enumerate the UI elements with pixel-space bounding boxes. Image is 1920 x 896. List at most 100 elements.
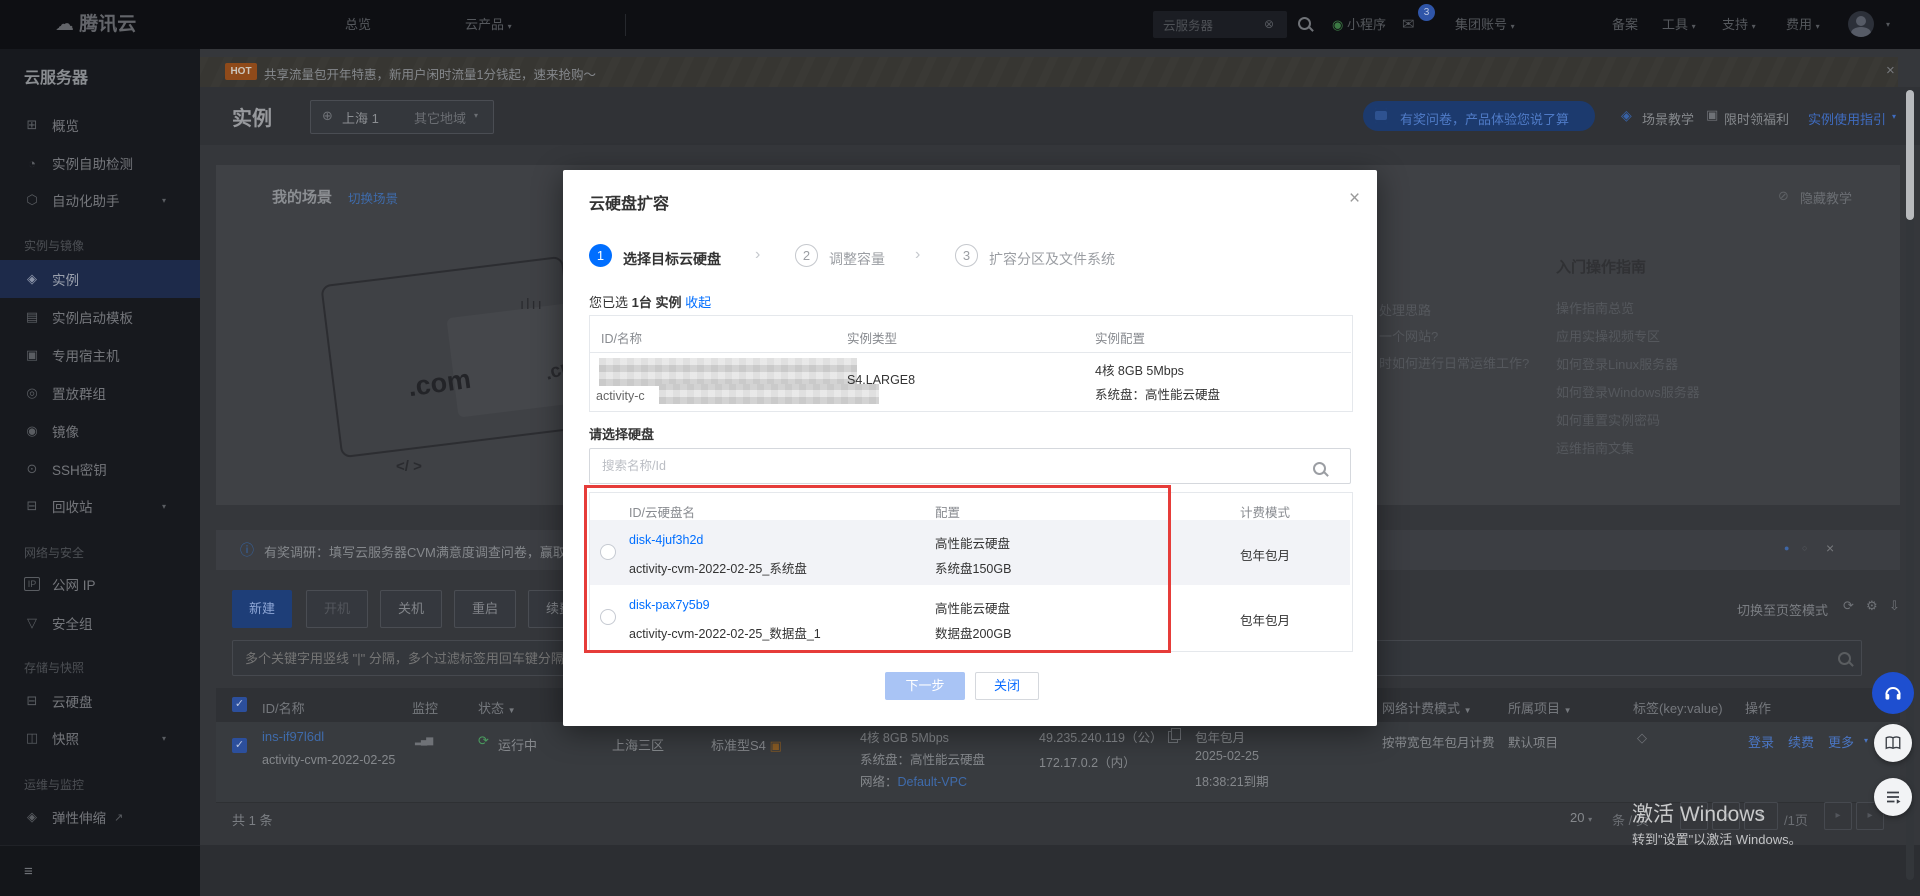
net-billing-cell: 按带宽包年包月计费 (1382, 732, 1495, 751)
nav-products[interactable]: 云产品 ▾ (465, 0, 512, 51)
faq-fragment-3[interactable]: 时如何进行日常运维工作? (1379, 353, 1529, 372)
sidebar-section-instances-images: 实例与镜像 (24, 236, 84, 256)
sidebar-item-dedicated-hosts[interactable]: ▣专用宿主机 (0, 336, 200, 374)
nav-beian[interactable]: 备案 (1612, 0, 1638, 49)
sidebar-item-launch-templates[interactable]: ▤实例启动模板 (0, 298, 200, 336)
region-selector[interactable] (310, 100, 494, 134)
docs-button[interactable] (1874, 724, 1912, 762)
mail-icon[interactable]: ✉ (1402, 15, 1415, 33)
nav-mini-program[interactable]: ◉ 小程序 (1332, 0, 1386, 49)
filter-funnel-icon[interactable]: ▼ (508, 706, 516, 715)
carousel-dot-active[interactable]: ● (1784, 543, 1789, 553)
feedback-button[interactable] (1874, 778, 1912, 816)
notice-close-icon[interactable]: × (1826, 540, 1834, 556)
sidebar-item-public-ip[interactable]: IP公网 IP (0, 565, 200, 603)
scene-switch-link[interactable]: 切换场景 (348, 188, 398, 207)
guide-link[interactable]: 如何登录Windows服务器 (1556, 382, 1700, 401)
disk-search-input[interactable] (590, 449, 1313, 483)
filter-funnel-icon[interactable]: ▼ (1464, 706, 1472, 715)
benefit-link[interactable]: 限时领福利 (1724, 109, 1789, 128)
search-icon[interactable] (1298, 17, 1311, 30)
chevron-down-icon[interactable]: ▾ (1886, 20, 1890, 29)
per-page-select[interactable]: 20 ▾ (1570, 810, 1592, 825)
filter-funnel-icon[interactable]: ▼ (1564, 706, 1572, 715)
sidebar-item-ssh-keys[interactable]: ⊙SSH密钥 (0, 450, 200, 488)
survey-pill-label[interactable]: 有奖问卷，产品体验您说了算 (1400, 109, 1569, 128)
guide-link[interactable]: 如何重置实例密码 (1556, 410, 1660, 429)
sidebar-item-placement-groups[interactable]: ◎置放群组 (0, 374, 200, 412)
sidebar-item-snapshots[interactable]: ◫快照▾ (0, 719, 200, 757)
scene-teach-link[interactable]: 场景教学 (1642, 109, 1694, 128)
nav-account-group[interactable]: 集团账号 ▾ (1455, 0, 1515, 51)
instance-cfg-line1: 4核 8GB 5Mbps (1095, 360, 1184, 379)
guide-link[interactable]: 如何登录Linux服务器 (1556, 354, 1678, 373)
login-link[interactable]: 登录 (1748, 732, 1774, 751)
usage-guide-link[interactable]: 实例使用指引 (1808, 109, 1886, 128)
customer-service-button[interactable] (1872, 672, 1914, 714)
public-ip: 49.235.240.119（公） (1039, 727, 1162, 746)
nav-overview[interactable]: 总览 (345, 0, 371, 49)
copy-icon[interactable] (1168, 731, 1178, 743)
faq-fragment-1[interactable]: 处理思路 (1379, 300, 1431, 319)
filter-search-icon[interactable] (1838, 652, 1851, 665)
sidebar-item-recycle-bin[interactable]: ⊟回收站▾ (0, 487, 200, 525)
nav-support[interactable]: 支持 ▾ (1722, 0, 1756, 51)
next-step-button[interactable]: 下一步 (885, 672, 965, 700)
instance-id-link[interactable]: ins-if97l6dl (262, 729, 324, 744)
disk-search-box[interactable] (589, 448, 1351, 484)
guide-link[interactable]: 操作指南总览 (1556, 298, 1634, 317)
nav-tools[interactable]: 工具 ▾ (1662, 0, 1696, 51)
guide-link[interactable]: 运维指南文集 (1556, 438, 1634, 457)
sidebar-item-automation-assistant[interactable]: ⬡自动化助手▾ (0, 181, 200, 219)
instance-table-divider (589, 352, 1351, 353)
guide-link[interactable]: 应用实操视频专区 (1556, 326, 1660, 345)
tag-icon[interactable]: ◇ (1637, 730, 1647, 746)
shield-icon: ▽ (24, 615, 40, 631)
pagination-total: 共 1 条 (232, 810, 272, 829)
sidebar-item-cloud-disks[interactable]: ⊟云硬盘 (0, 682, 200, 720)
region-current[interactable]: 上海 1 (342, 108, 379, 127)
chevron-down-icon: ▾ (1864, 736, 1868, 745)
more-link[interactable]: 更多 (1828, 732, 1854, 751)
carousel-dot[interactable]: ○ (1802, 543, 1807, 553)
sidebar-item-auto-scaling[interactable]: ◈弹性伸缩↗ (0, 798, 200, 836)
sidebar-item-self-check[interactable]: ◔实例自助检测 (0, 144, 200, 182)
select-all-checkbox[interactable]: ✓ (232, 697, 247, 712)
renew-link[interactable]: 续费 (1788, 732, 1814, 751)
disk-row-1-billing: 包年包月 (1240, 545, 1290, 564)
monitor-chart-icon[interactable]: ▂▄▆ (415, 735, 432, 746)
vpc-link[interactable]: Default-VPC (898, 775, 967, 789)
banner-close-icon[interactable]: × (1886, 62, 1895, 79)
sidebar-item-instances[interactable]: ◈实例 (0, 260, 200, 298)
tencent-cloud-logo[interactable]: ☁ 腾讯云 (55, 0, 136, 49)
restart-button[interactable]: 重启 (454, 590, 516, 628)
scrollbar-thumb[interactable] (1906, 90, 1914, 220)
nav-billing[interactable]: 费用 ▾ (1786, 0, 1820, 51)
region-other[interactable]: 其它地域 (414, 108, 466, 127)
close-button[interactable]: 关闭 (975, 672, 1039, 700)
shutdown-button[interactable]: 关机 (380, 590, 442, 628)
search-clear-icon[interactable]: ⊗ (1264, 17, 1274, 31)
col-project: 所属项目 ▼ (1508, 698, 1572, 717)
download-icon[interactable]: ⇩ (1889, 598, 1900, 614)
collapse-link[interactable]: 收起 (685, 295, 711, 310)
avatar[interactable] (1848, 11, 1874, 37)
row-checkbox[interactable]: ✓ (232, 738, 247, 753)
disk-search-icon[interactable] (1313, 462, 1326, 475)
collapse-sidebar-icon[interactable]: ≡ (24, 863, 33, 880)
create-button[interactable]: 新建 (232, 590, 292, 628)
start-button[interactable]: 开机 (306, 590, 368, 628)
modal-close-icon[interactable]: × (1349, 188, 1360, 210)
hide-teaching-link[interactable]: 隐藏教学 (1800, 188, 1852, 207)
switch-tab-mode-link[interactable]: 切换至页签模式 (1737, 600, 1828, 619)
chevron-down-icon: ▾ (162, 196, 166, 205)
gear-icon[interactable]: ⚙ (1866, 598, 1878, 614)
next-page-button[interactable]: ▸ (1824, 802, 1852, 830)
billing-expire: 18:38:21到期 (1195, 771, 1269, 790)
refresh-icon[interactable]: ⟳ (1843, 598, 1854, 614)
faq-fragment-2[interactable]: 一个网站? (1379, 326, 1438, 345)
sidebar-item-images[interactable]: ◉镜像 (0, 412, 200, 450)
config-line1: 4核 8GB 5Mbps (860, 727, 949, 746)
sidebar-item-security-groups[interactable]: ▽安全组 (0, 604, 200, 642)
sidebar-item-overview[interactable]: ⊞概览 (0, 106, 200, 144)
